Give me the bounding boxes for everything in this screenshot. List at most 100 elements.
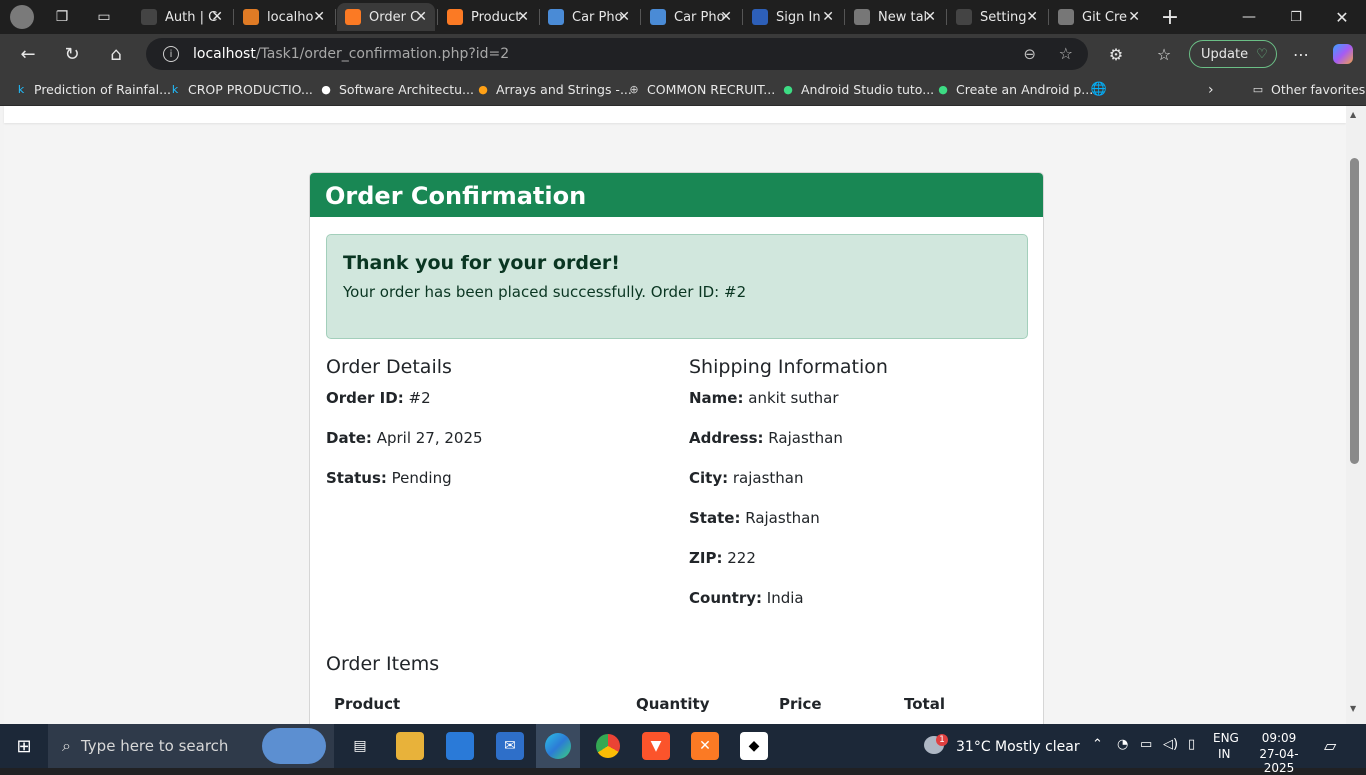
scroll-up-icon[interactable]: ▲ (1350, 110, 1356, 119)
bookmark-item[interactable]: ● Android Studio tuto... (781, 82, 934, 97)
windows-start-icon[interactable]: ⊞ (10, 732, 38, 760)
close-tab-icon[interactable]: ✕ (211, 9, 223, 25)
close-tab-icon[interactable]: ✕ (924, 9, 936, 25)
home-button[interactable]: ⌂ (104, 42, 128, 66)
clock-time: 09:09 (1261, 731, 1297, 745)
detail-row: Name: ankit suthar (689, 387, 1029, 427)
language-indicator[interactable]: ENG IN (1213, 731, 1239, 761)
detail-row: State: Rajasthan (689, 507, 1029, 547)
bookmark-item[interactable]: k Prediction of Rainfal... (14, 82, 171, 97)
ms-store-icon[interactable] (446, 732, 474, 760)
copilot-icon[interactable] (1331, 42, 1355, 66)
android-icon: ● (938, 83, 948, 96)
back-button[interactable]: ← (16, 42, 40, 66)
tab-1[interactable]: Auth | C ✕ (133, 3, 231, 31)
xampp-taskbar-icon[interactable]: ✕ (691, 732, 719, 760)
other-favorites[interactable]: ▭ Other favorites (1251, 82, 1366, 97)
tab-7[interactable]: Sign In ✕ (744, 3, 842, 31)
detail-value: Rajasthan (745, 509, 820, 527)
avatar (10, 5, 34, 29)
vertical-tabs-icon[interactable]: ▭ (92, 5, 116, 29)
detail-value: Rajasthan (768, 429, 843, 447)
clock-date: 27-04-2025 (1259, 747, 1299, 775)
region-label: IN (1218, 747, 1231, 761)
info-icon[interactable]: i (163, 46, 179, 62)
workspaces-icon[interactable]: ❐ (50, 5, 74, 29)
minimize-button[interactable]: — (1237, 5, 1261, 29)
extensions-icon[interactable]: ⚙ (1104, 42, 1128, 66)
close-tab-icon[interactable]: ✕ (313, 9, 325, 25)
order-items-heading: Order Items (326, 653, 440, 675)
close-tab-icon[interactable]: ✕ (822, 9, 834, 25)
bookmark-label: Prediction of Rainfal... (34, 82, 172, 97)
tab-separator (437, 9, 438, 25)
network-icon[interactable]: ◔ (1117, 737, 1128, 752)
shipping-section: Shipping Information Name: ankit suthar A… (689, 356, 1029, 627)
close-tab-icon[interactable]: ✕ (720, 9, 732, 25)
close-tab-icon[interactable]: ✕ (415, 9, 427, 25)
edge-taskbar-icon[interactable] (536, 724, 580, 768)
file-explorer-icon[interactable] (396, 732, 424, 760)
bookmark-globe[interactable]: 🌐 (1091, 82, 1112, 97)
weather-icon[interactable]: 1 (924, 734, 948, 758)
close-tab-icon[interactable]: ✕ (1128, 9, 1140, 25)
tab-5[interactable]: Car Pho ✕ (540, 3, 638, 31)
profile-avatar[interactable] (0, 3, 44, 31)
close-tab-icon[interactable]: ✕ (517, 9, 529, 25)
globe-icon: ⊕ (629, 83, 639, 96)
alert-message: Your order has been placed successfully.… (343, 283, 747, 301)
favorite-star-icon[interactable]: ☆ (1059, 44, 1073, 63)
bookmark-item[interactable]: k CROP PRODUCTIO... (168, 82, 313, 97)
detail-value: rajasthan (732, 469, 804, 487)
search-placeholder: Type here to search (80, 737, 229, 755)
scroll-down-icon[interactable]: ▼ (1350, 704, 1356, 713)
bookmark-item[interactable]: ● Arrays and Strings -... (476, 82, 632, 97)
address-bar[interactable]: i localhost/Task1/order_confirmation.php… (146, 38, 1088, 70)
battery-icon[interactable]: ▭ (1140, 737, 1152, 752)
chrome-icon[interactable] (594, 732, 622, 760)
detail-label: City: (689, 469, 729, 487)
detail-label: Status: (326, 469, 387, 487)
bookmark-item[interactable]: ● Create an Android p... (936, 82, 1093, 97)
weather-text[interactable]: 31°C Mostly clear (956, 739, 1080, 755)
chevron-right-icon[interactable]: › (1208, 82, 1214, 98)
close-tab-icon[interactable]: ✕ (1026, 9, 1038, 25)
update-label: Update (1201, 46, 1249, 62)
mail-icon[interactable]: ✉ (496, 732, 524, 760)
notifications-icon[interactable]: ▱ (1324, 736, 1336, 755)
close-tab-icon[interactable]: ✕ (618, 9, 630, 25)
volume-icon[interactable]: ◁) (1163, 737, 1178, 752)
search-icon (650, 9, 666, 25)
th-quantity: Quantity (636, 695, 710, 713)
scroll-thumb[interactable] (1350, 158, 1359, 464)
display-icon[interactable]: ▯ (1188, 737, 1195, 752)
brave-icon[interactable]: ▼ (642, 732, 670, 760)
new-tab-button[interactable]: + (1158, 5, 1182, 30)
read-aloud-icon[interactable]: ⊖ (1023, 45, 1036, 63)
th-product: Product (334, 695, 401, 713)
tab-4[interactable]: Product ✕ (439, 3, 537, 31)
tab-3[interactable]: Order C ✕ (337, 3, 435, 31)
cube-app-icon[interactable]: ◆ (740, 732, 768, 760)
chevron-up-icon[interactable]: ⌃ (1092, 737, 1103, 752)
close-window-button[interactable]: ✕ (1330, 5, 1354, 29)
refresh-button[interactable]: ↻ (60, 42, 84, 66)
detail-row: Country: India (689, 587, 1029, 627)
bookmark-item[interactable]: ⊕ COMMON RECRUIT... (627, 82, 775, 97)
bookmark-item[interactable]: ● Software Architectu... (319, 82, 474, 97)
tab-6[interactable]: Car Pho ✕ (642, 3, 740, 31)
tab-2[interactable]: localho ✕ (235, 3, 333, 31)
task-view-icon[interactable]: ▤ (346, 732, 374, 760)
tab-10[interactable]: Git Cre ✕ (1050, 3, 1148, 31)
taskbar-search[interactable]: ⌕ Type here to search (48, 724, 334, 768)
restore-button[interactable]: ❐ (1284, 5, 1308, 29)
heart-icon: ♡ (1256, 46, 1268, 62)
vertical-scrollbar[interactable]: ▲ ▼ (1346, 106, 1366, 724)
tab-8[interactable]: New tal ✕ (846, 3, 944, 31)
update-button[interactable]: Update ♡ (1189, 40, 1277, 68)
favorites-icon[interactable]: ☆ (1152, 42, 1176, 66)
clock[interactable]: 09:09 27-04-2025 (1248, 731, 1310, 775)
detail-row: Status: Pending (326, 467, 666, 507)
tab-9[interactable]: Setting ✕ (948, 3, 1046, 31)
more-menu-icon[interactable]: ⋯ (1289, 42, 1313, 66)
